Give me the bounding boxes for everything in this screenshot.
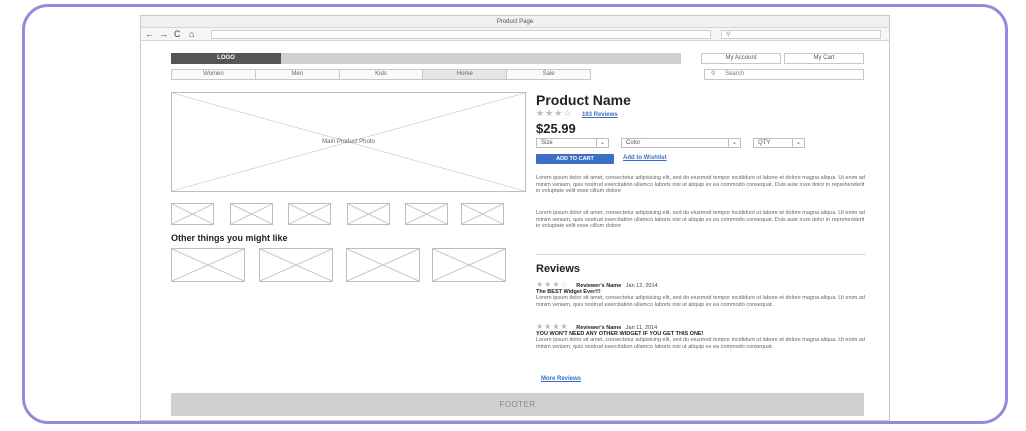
image-placeholder-icon (289, 204, 330, 224)
reviews-count-link[interactable]: 193 Reviews (582, 112, 618, 118)
size-select-value: Size (541, 140, 553, 146)
rating-stars-icon: ★★★☆ (536, 108, 573, 118)
main-photo-label: Main Product Photo (322, 139, 375, 145)
nav-item-home[interactable]: Home (423, 69, 508, 80)
product-name: Product Name (536, 92, 631, 108)
main-product-photo[interactable]: Main Product Photo (171, 92, 526, 192)
product-description-1: Lorem ipsum dolor sit amet, consectetur … (536, 175, 865, 194)
browser-window: Product Page ← → C ⌂ ⚲ LOGO My Account M… (140, 15, 890, 421)
review-stars-icon: ★★★★ (536, 322, 569, 331)
qty-select[interactable]: QTY ⌄ (753, 138, 805, 148)
search-icon: ⚲ (711, 71, 716, 77)
review-date: Jan 12, 2014 (625, 283, 658, 289)
review-body: Lorem ipsum dolor sit amet, consectetur … (536, 295, 865, 308)
reload-icon[interactable]: C (174, 29, 181, 39)
nav-item-men[interactable]: Men (255, 69, 340, 80)
review-header: ★★★☆ Reviewer's Name Jan 12, 2014 (536, 280, 866, 289)
thumbnail[interactable] (461, 203, 504, 225)
logo[interactable]: LOGO (171, 53, 281, 64)
qty-select-value: QTY (758, 140, 771, 146)
image-placeholder-icon (348, 204, 389, 224)
back-icon[interactable]: ← (145, 29, 154, 39)
browser-search-field[interactable]: ⚲ (721, 30, 881, 39)
color-select[interactable]: Color ⌄ (621, 138, 741, 148)
thumbnail[interactable] (171, 203, 214, 225)
image-placeholder-icon (172, 204, 213, 224)
page-content: LOGO My Account My Cart Women Men Kids H… (141, 42, 891, 422)
forward-icon[interactable]: → (159, 29, 168, 39)
image-placeholder-icon (406, 204, 447, 224)
thumbnail[interactable] (288, 203, 331, 225)
recommended-item[interactable] (171, 248, 245, 282)
thumbnail[interactable] (347, 203, 390, 225)
main-nav: Women Men Kids Home Sale (171, 69, 591, 80)
review-body: Lorem ipsum dolor sit amet, consectetur … (536, 337, 865, 350)
browser-toolbar: ← → C ⌂ ⚲ (141, 28, 889, 41)
size-select[interactable]: Size ⌄ (536, 138, 609, 148)
site-search-placeholder: Search (725, 71, 745, 77)
site-search-input[interactable]: ⚲ Search (704, 69, 864, 80)
rating-row: ★★★☆ 193 Reviews (536, 108, 866, 119)
chevron-down-icon: ⌄ (728, 139, 740, 147)
review-header: ★★★★ Reviewer's Name Jan 11, 2014 (536, 322, 866, 331)
my-cart-button[interactable]: My Cart (784, 53, 864, 64)
recommended-item[interactable] (346, 248, 420, 282)
image-placeholder-icon (347, 249, 419, 281)
image-placeholder-icon (462, 204, 503, 224)
search-icon: ⚲ (726, 32, 731, 38)
image-placeholder-icon (433, 249, 505, 281)
thumbnail[interactable] (405, 203, 448, 225)
nav-item-sale[interactable]: Sale (507, 69, 591, 80)
product-description-2: Lorem ipsum dolor sit amet, consectetur … (536, 210, 865, 229)
review-item: ★★★★ Reviewer's Name Jan 11, 2014 YOU WO… (536, 322, 866, 350)
add-to-cart-button[interactable]: ADD TO CART (536, 154, 614, 164)
window-title: Product Page (141, 16, 889, 28)
more-reviews-link[interactable]: More Reviews (541, 376, 581, 382)
image-placeholder-icon (172, 249, 244, 281)
reviews-title: Reviews (536, 263, 581, 275)
image-placeholder-icon (231, 204, 272, 224)
thumbnail[interactable] (230, 203, 273, 225)
nav-item-women[interactable]: Women (171, 69, 256, 80)
recommended-item[interactable] (432, 248, 506, 282)
nav-item-kids[interactable]: Kids (339, 69, 424, 80)
add-to-wishlist-link[interactable]: Add to Wishlist (623, 155, 667, 161)
home-icon[interactable]: ⌂ (189, 29, 194, 39)
recommendations-title: Other things you might like (171, 233, 288, 243)
review-stars-icon: ★★★☆ (536, 280, 569, 289)
chevron-down-icon: ⌄ (792, 139, 804, 147)
recommended-item[interactable] (259, 248, 333, 282)
image-placeholder-icon (260, 249, 332, 281)
product-price: $25.99 (536, 121, 576, 136)
my-account-button[interactable]: My Account (701, 53, 781, 64)
divider (536, 254, 866, 255)
chevron-down-icon: ⌄ (596, 139, 608, 147)
address-bar[interactable] (211, 30, 711, 39)
review-item: ★★★☆ Reviewer's Name Jan 12, 2014 The BE… (536, 280, 866, 308)
footer: FOOTER (171, 393, 864, 416)
color-select-value: Color (626, 140, 641, 146)
